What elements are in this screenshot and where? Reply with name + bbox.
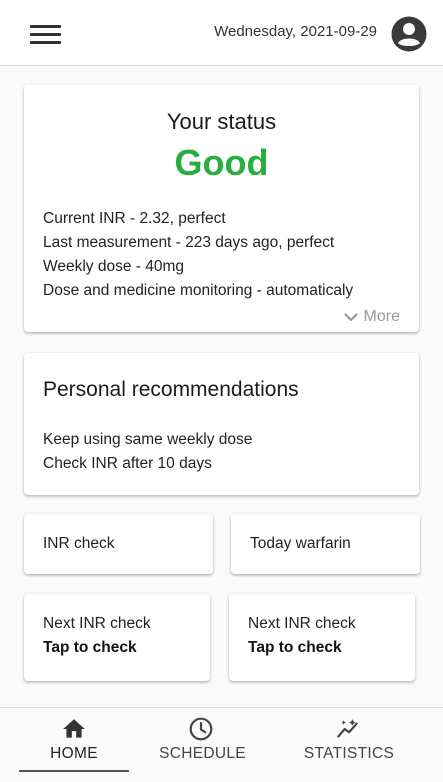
tap-to-check-label: Tap to check	[43, 639, 137, 656]
account-circle-icon[interactable]	[391, 16, 427, 52]
active-tab-indicator	[19, 770, 129, 772]
next-inr-check-card[interactable]: Next INR check Tap to check	[229, 594, 415, 681]
next-inr-check-card[interactable]: Next INR check Tap to check	[24, 594, 210, 681]
nav-schedule-label: SCHEDULE	[159, 745, 246, 762]
top-app-bar: Wednesday, 2021-09-29	[0, 0, 443, 66]
clock-icon	[189, 717, 213, 741]
menu-button[interactable]	[30, 24, 62, 46]
current-date: Wednesday, 2021-09-29	[214, 23, 377, 40]
nav-statistics[interactable]: STATISTICS	[290, 708, 408, 774]
chevron-down-icon	[343, 312, 358, 321]
home-icon	[63, 719, 85, 738]
tap-to-check-label: Tap to check	[248, 639, 342, 656]
recommendations-title: Personal recommendations	[43, 378, 299, 401]
hamburger-menu-icon	[30, 25, 61, 28]
recommendation-item: Check INR after 10 days	[43, 455, 212, 472]
inr-check-label: INR check	[43, 535, 115, 552]
status-title: Your status	[166, 109, 277, 134]
today-warfarin-label: Today warfarin	[250, 535, 351, 552]
last-measurement-text: Last measurement - 223 days ago, perfect	[43, 234, 335, 251]
app: Wednesday, 2021-09-29 Your status Good C…	[0, 0, 443, 782]
recommendations-list: Keep using same weekly dose Check INR af…	[43, 428, 252, 476]
monitoring-text: Dose and medicine monitoring - automatic…	[43, 282, 354, 299]
recommendation-item: Keep using same weekly dose	[43, 431, 253, 448]
recommendations-card: Personal recommendations Keep using same…	[24, 353, 419, 495]
statistics-icon	[337, 719, 358, 738]
status-value: Good	[174, 142, 269, 183]
today-warfarin-card[interactable]: Today warfarin	[231, 514, 420, 574]
current-inr-text: Current INR - 2.32, perfect	[43, 210, 226, 227]
nav-statistics-label: STATISTICS	[303, 745, 395, 762]
more-button[interactable]: More	[343, 308, 400, 326]
status-details: Current INR - 2.32, perfect Last measure…	[43, 207, 353, 303]
next-inr-check-label: Next INR check	[43, 615, 151, 632]
bottom-navigation: HOME SCHEDULE STATISTICS	[0, 707, 443, 782]
nav-home-label: HOME	[50, 745, 98, 762]
next-inr-check-label: Next INR check	[248, 615, 356, 632]
inr-check-card[interactable]: INR check	[24, 514, 213, 574]
nav-schedule[interactable]: SCHEDULE	[145, 708, 260, 774]
more-label: More	[363, 308, 400, 325]
nav-home[interactable]: HOME	[19, 708, 129, 774]
status-card: Your status Good Current INR - 2.32, per…	[24, 85, 419, 332]
weekly-dose-text: Weekly dose - 40mg	[43, 258, 184, 275]
